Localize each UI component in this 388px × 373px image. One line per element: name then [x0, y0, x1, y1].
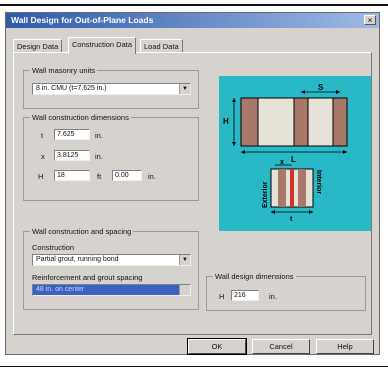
x-input[interactable]: 3.8125: [54, 150, 90, 161]
height-label: H: [38, 172, 44, 181]
l-arrow-left-icon: [241, 150, 245, 154]
height-ft-input[interactable]: 18: [54, 170, 90, 181]
reinforcement-value: 48 in. on center: [36, 286, 85, 293]
design-height-unit: in.: [269, 292, 277, 301]
section-face-left: [278, 169, 286, 207]
construction-value: Partial grout, running bond: [36, 256, 119, 263]
design-dimensions-group: Wall design dimensions H 216 in.: [206, 272, 366, 311]
t-label: t: [41, 131, 44, 140]
s-arrow-left-icon: [301, 90, 305, 94]
exterior-label: Exterior: [262, 181, 269, 208]
l-label: L: [291, 155, 296, 164]
x-label: x: [280, 159, 284, 166]
cancel-button[interactable]: Cancel: [252, 339, 310, 354]
interior-label: Interior: [315, 170, 322, 194]
height-ft-unit: ft: [97, 172, 102, 181]
construction-dimensions-legend: Wall construction dimensions: [30, 113, 131, 122]
x-unit: in.: [95, 152, 103, 161]
design-height-value: 216: [231, 290, 259, 301]
design-height-label: H: [219, 292, 225, 301]
tab-construction-data[interactable]: Construction Data: [68, 37, 137, 54]
reinforcement-label: Reinforcement and grout spacing: [32, 273, 143, 282]
bottom-rule: [0, 366, 388, 367]
height-in-unit: in.: [148, 172, 156, 181]
construction-dimensions-group: Wall construction dimensions t 7.625 in.…: [23, 113, 199, 201]
title-bar: Wall Design for Out-of-Plane Loads ×: [6, 13, 379, 28]
height-in-input[interactable]: 0.00: [112, 170, 142, 181]
masonry-units-group: Wall masonry units 8 in. CMU (t=7.625 in…: [23, 66, 199, 109]
t-input[interactable]: 7.625: [54, 129, 90, 140]
top-rule: [0, 4, 388, 6]
t-arrow-left-icon: [271, 210, 275, 214]
design-dimensions-legend: Wall design dimensions: [213, 272, 296, 281]
h-arrow-up-icon: [232, 98, 236, 102]
h-label: H: [223, 117, 229, 126]
t-label: t: [290, 216, 293, 223]
masonry-units-legend: Wall masonry units: [30, 66, 98, 75]
construction-spacing-group: Wall construction and spacing Constructi…: [23, 227, 199, 310]
tab-load-data[interactable]: Load Data: [140, 39, 183, 53]
s-arrow-right-icon: [336, 90, 340, 94]
masonry-unit-select[interactable]: 8 in. CMU (t=7.625 in.) ▼: [32, 83, 191, 95]
h-arrow-down-icon: [232, 142, 236, 146]
chevron-down-icon[interactable]: ▼: [179, 285, 190, 295]
section-face-right: [298, 169, 306, 207]
x-label: x: [41, 152, 45, 161]
grouted-cell-middle: [293, 97, 309, 147]
reinforcement-select[interactable]: 48 in. on center ▼: [32, 284, 191, 296]
construction-select[interactable]: Partial grout, running bond ▼: [32, 254, 191, 266]
tab-design-data[interactable]: Design Data: [13, 39, 63, 53]
section-reinforcement: [290, 169, 294, 207]
masonry-unit-value: 8 in. CMU (t=7.625 in.): [36, 85, 107, 92]
ok-button[interactable]: OK: [187, 338, 247, 355]
help-button[interactable]: Help: [316, 339, 374, 354]
construction-spacing-legend: Wall construction and spacing: [30, 227, 134, 236]
wall-diagram-graphic: S H L x t Exterior Interior: [223, 83, 348, 223]
t-unit: in.: [95, 131, 103, 140]
close-button[interactable]: ×: [364, 15, 376, 25]
construction-label: Construction: [32, 243, 75, 252]
wall-diagram: S H L x t Exterior Interior: [219, 76, 371, 231]
chevron-down-icon[interactable]: ▼: [179, 84, 190, 94]
s-label: S: [318, 83, 324, 92]
grouted-cell-right: [332, 97, 348, 147]
grouted-cell-left: [240, 97, 259, 147]
t-arrow-right-icon: [309, 210, 313, 214]
window-title: Wall Design for Out-of-Plane Loads: [11, 15, 154, 25]
l-arrow-right-icon: [343, 150, 347, 154]
chevron-down-icon[interactable]: ▼: [179, 255, 190, 265]
dialog-window: Wall Design for Out-of-Plane Loads × Des…: [5, 12, 380, 355]
